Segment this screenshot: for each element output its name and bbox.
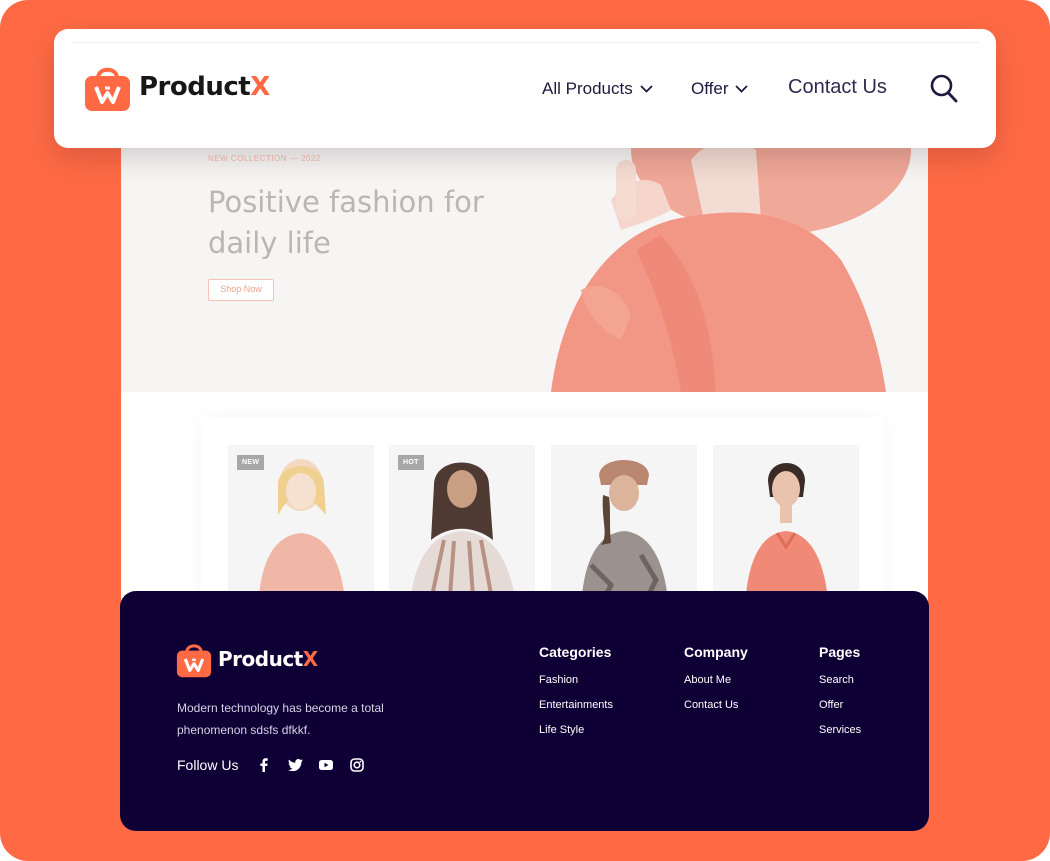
header-divider [70,42,980,43]
product-card[interactable]: NEW [228,445,374,610]
follow-us-row: Follow Us [177,757,380,773]
brand-logo[interactable]: ProductX [84,62,270,112]
nav-offer-label: Offer [691,79,729,98]
hero-eyebrow: NEW COLLECTION — 2022 [208,154,321,163]
chevron-down-icon [640,85,653,93]
search-icon[interactable] [930,74,958,104]
footer-link[interactable]: Search [819,674,861,686]
hero-title: Positive fashion for daily life [208,185,484,260]
shopping-bag-logo-icon [85,67,130,111]
product-card[interactable] [713,445,859,610]
product-image [581,460,669,610]
footer-link[interactable]: About Me [684,674,748,686]
footer-link[interactable]: Entertainments [539,699,613,711]
product-badge: HOT [398,455,424,470]
product-image [745,463,829,610]
site-footer: ProductX Modern technology has become a … [120,591,929,831]
website-preview: NEW COLLECTION — 2022 Positive fashion f… [121,140,928,610]
footer-column-title: Categories [539,644,612,660]
footer-brand-name: ProductX [218,647,318,671]
background-stage: NEW COLLECTION — 2022 Positive fashion f… [0,0,1050,861]
brand-name: ProductX [139,72,270,102]
hero-banner: NEW COLLECTION — 2022 Positive fashion f… [121,140,928,392]
footer-column-title: Company [684,644,748,660]
product-grid: NEW HOT [201,417,884,610]
footer-link[interactable]: Life Style [539,724,613,736]
instagram-icon[interactable] [349,757,365,773]
footer-column-title: Pages [819,644,861,660]
footer-link[interactable]: Offer [819,699,861,711]
footer-link[interactable]: Services [819,724,861,736]
nav-offer[interactable]: Offer [691,79,749,99]
footer-column-company: Company About Me Contact Us [684,644,748,724]
product-card[interactable] [551,445,697,610]
shop-now-button[interactable]: Shop Now [208,279,274,301]
hero-model-image [551,140,911,392]
product-card[interactable]: HOT [389,445,535,610]
nav-all-products[interactable]: All Products [542,79,653,99]
footer-column-pages: Pages Search Offer Services [819,644,861,749]
product-badge: NEW [237,455,265,470]
shopping-bag-logo-icon [176,644,212,678]
twitter-icon[interactable] [287,757,303,773]
site-header: ProductX All Products Offer Contact Us [54,29,996,148]
footer-column-categories: Categories Fashion Entertainments Life S… [539,644,613,749]
chevron-down-icon [735,85,749,93]
follow-us-label: Follow Us [177,757,239,773]
nav-all-products-label: All Products [542,79,633,98]
nav-contact-us[interactable]: Contact Us [788,76,887,99]
footer-description: Modern technology has become a total phe… [177,701,384,737]
footer-brand-logo[interactable]: ProductX [176,640,318,678]
footer-link[interactable]: Contact Us [684,699,748,711]
footer-link[interactable]: Fashion [539,674,613,686]
youtube-icon[interactable] [318,757,334,773]
facebook-icon[interactable] [256,757,272,773]
